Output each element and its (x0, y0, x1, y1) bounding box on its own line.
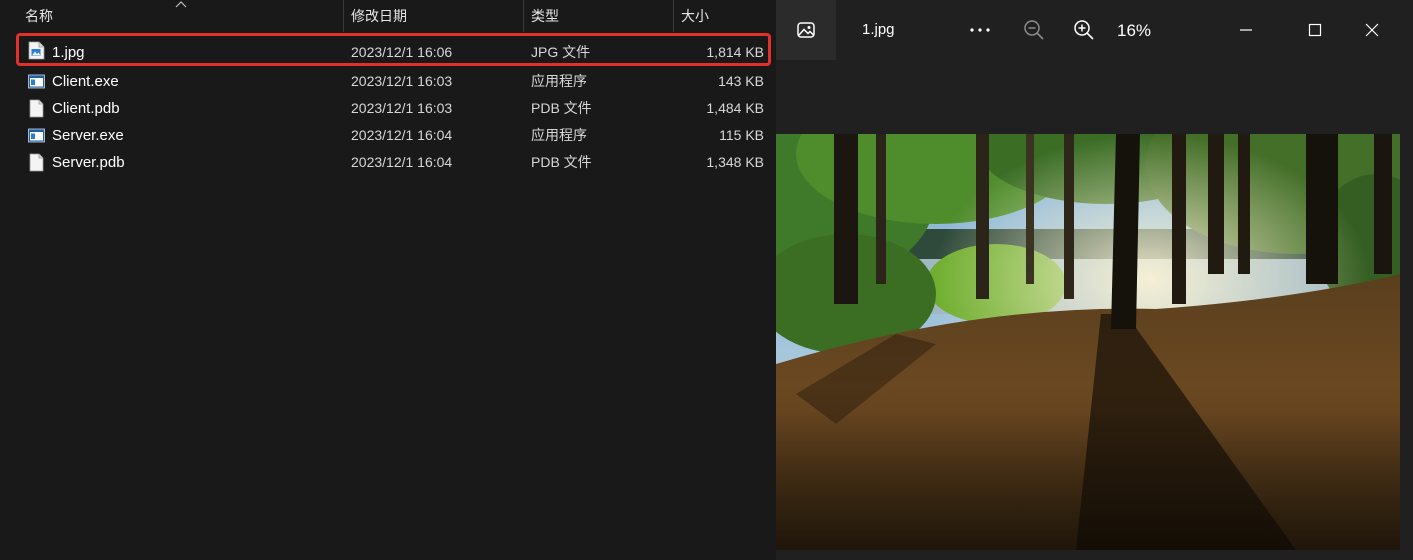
blank-file-icon (29, 153, 44, 172)
file-type: PDB 文件 (531, 100, 592, 116)
file-name: Client.exe (52, 73, 119, 90)
zoom-level[interactable]: 16% (1117, 20, 1151, 42)
zoom-in-icon[interactable] (1072, 18, 1096, 42)
column-header-size[interactable]: 大小 (674, 0, 776, 32)
column-header-modified[interactable]: 修改日期 (344, 0, 523, 32)
file-size: 115 KB (719, 127, 764, 143)
column-header-type[interactable]: 类型 (524, 0, 673, 32)
file-row-server-exe[interactable]: Server.exe 2023/12/1 16:04 应用程序 115 KB (16, 122, 771, 149)
minimize-button[interactable] (1226, 10, 1266, 50)
file-name: Client.pdb (52, 100, 120, 117)
file-name: Server.exe (52, 127, 124, 144)
photo-viewer-window: 1.jpg 16% (776, 0, 1413, 560)
file-row-1-jpg[interactable]: 1.jpg 2023/12/1 16:06 JPG 文件 1,814 KB (16, 33, 771, 66)
sort-ascending-icon (175, 1, 187, 8)
file-size: 1,348 KB (706, 154, 764, 170)
file-size: 1,814 KB (706, 44, 764, 60)
file-name: Server.pdb (52, 154, 125, 171)
file-row-client-pdb[interactable]: Client.pdb 2023/12/1 16:03 PDB 文件 1,484 … (16, 95, 771, 122)
file-modified: 2023/12/1 16:04 (351, 127, 453, 143)
more-icon[interactable] (968, 18, 992, 42)
file-explorer: 名称 修改日期 类型 大小 1.jpg 2023/12/1 16:06 JPG … (0, 0, 776, 560)
maximize-button[interactable] (1295, 10, 1335, 50)
zoom-out-icon[interactable] (1022, 18, 1046, 42)
file-modified: 2023/12/1 16:03 (351, 100, 453, 116)
file-size: 1,484 KB (706, 100, 764, 116)
jpg-file-icon (28, 41, 45, 60)
exe-file-icon (28, 74, 45, 89)
viewer-file-name: 1.jpg (862, 21, 895, 38)
file-type: 应用程序 (531, 73, 587, 89)
file-type: PDB 文件 (531, 154, 592, 170)
close-icon (1365, 23, 1379, 37)
photos-app-button[interactable] (776, 0, 836, 60)
viewer-title-bar: 1.jpg 16% (776, 0, 1413, 60)
minimize-icon (1240, 29, 1252, 31)
file-type: 应用程序 (531, 127, 587, 143)
file-row-client-exe[interactable]: Client.exe 2023/12/1 16:03 应用程序 143 KB (16, 68, 771, 95)
photo-image[interactable] (776, 134, 1400, 550)
file-type: JPG 文件 (531, 44, 591, 60)
file-size: 143 KB (718, 73, 764, 89)
exe-file-icon (28, 128, 45, 143)
file-modified: 2023/12/1 16:04 (351, 154, 453, 170)
file-row-server-pdb[interactable]: Server.pdb 2023/12/1 16:04 PDB 文件 1,348 … (16, 149, 771, 176)
blank-file-icon (29, 99, 44, 118)
photos-app-icon (797, 22, 815, 38)
close-button[interactable] (1352, 10, 1392, 50)
column-header-bar: 名称 修改日期 类型 大小 (0, 0, 776, 32)
file-modified: 2023/12/1 16:03 (351, 73, 453, 89)
maximize-icon (1308, 23, 1322, 37)
file-name: 1.jpg (52, 44, 85, 61)
file-modified: 2023/12/1 16:06 (351, 44, 453, 60)
